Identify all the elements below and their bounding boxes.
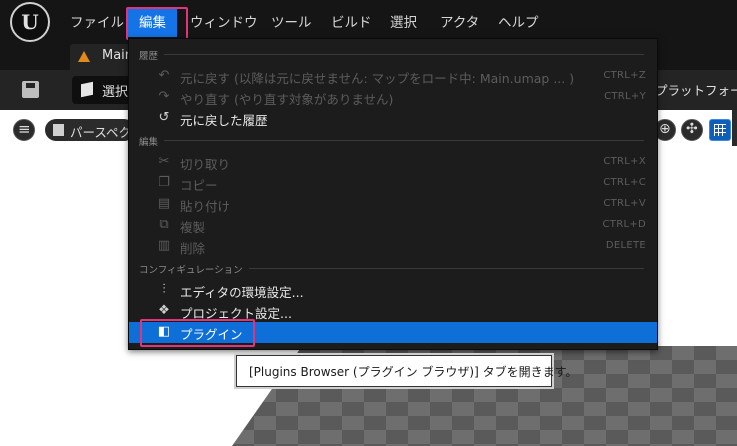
project-settings-icon: ❖ bbox=[158, 303, 170, 318]
menu-undo[interactable]: ↶ 元に戻す (以降は元に戻せません: マップをロード中: Main.umap … bbox=[129, 66, 657, 87]
level-icon bbox=[78, 51, 90, 62]
menu-paste-shortcut: CTRL+V bbox=[603, 198, 646, 209]
menu-editor-preferences[interactable]: ⫶ エディタの環境設定... bbox=[129, 280, 657, 301]
menu-undo-history-label: 元に戻した履歴 bbox=[180, 113, 268, 128]
undo-icon: ↶ bbox=[158, 68, 170, 83]
edit-menu-highlight bbox=[126, 7, 188, 40]
view-mode-button[interactable]: パースペク bbox=[45, 119, 135, 141]
select-mode-button[interactable]: 選択 bbox=[72, 76, 132, 104]
menu-cut-label: 切り取り bbox=[180, 157, 231, 172]
redo-icon: ↷ bbox=[158, 89, 170, 104]
menu-paste-label: 貼り付け bbox=[180, 199, 231, 214]
menu-delete-shortcut: DELETE bbox=[605, 240, 646, 251]
view-mode-label: パースペク bbox=[70, 125, 132, 140]
section-divider bbox=[164, 54, 644, 55]
section-divider bbox=[164, 140, 644, 141]
delete-icon: ▥ bbox=[157, 238, 171, 253]
paste-icon: ▤ bbox=[157, 196, 171, 211]
menu-delete-label: 削除 bbox=[180, 241, 206, 256]
menu-undo-shortcut: CTRL+Z bbox=[603, 70, 646, 81]
menu-cut[interactable]: ✂ 切り取り CTRL+X bbox=[129, 152, 657, 173]
viewport-options-icon[interactable] bbox=[13, 119, 35, 141]
logo-glyph: U bbox=[21, 10, 39, 34]
history-icon: ↺ bbox=[158, 110, 170, 125]
menu-build[interactable]: ビルド bbox=[331, 11, 372, 35]
tooltip-text: [Plugins Browser (プラグイン ブラウザ)] タブを開きます。 bbox=[249, 365, 578, 379]
menu-duplicate-shortcut: CTRL+D bbox=[602, 219, 646, 230]
menu-duplicate[interactable]: ⧉ 複製 CTRL+D bbox=[129, 215, 657, 236]
menu-redo-label: やり直す (やり直す対象がありません) bbox=[180, 92, 394, 107]
section-divider bbox=[249, 268, 644, 269]
platforms-button[interactable]: プラットフォーム bbox=[655, 80, 737, 99]
menu-file[interactable]: ファイル bbox=[70, 11, 124, 35]
plugins-tooltip: [Plugins Browser (プラグイン ブラウザ)] タブを開きます。 bbox=[236, 355, 577, 387]
surface-snap-icon[interactable]: ✣ bbox=[681, 119, 703, 141]
menu-redo[interactable]: ↷ やり直す (やり直す対象がありません) CTRL+Y bbox=[129, 87, 657, 108]
menu-duplicate-label: 複製 bbox=[180, 220, 206, 235]
select-mode-icon bbox=[81, 81, 93, 98]
grid-snap-icon[interactable] bbox=[709, 119, 731, 141]
copy-icon: ❐ bbox=[158, 175, 170, 190]
menu-tools[interactable]: ツール bbox=[271, 11, 312, 35]
cut-icon: ✂ bbox=[158, 154, 170, 169]
select-mode-label: 選択 bbox=[102, 85, 129, 100]
section-config: コンフィギュレーション bbox=[139, 265, 243, 276]
unreal-logo-icon[interactable]: U bbox=[10, 2, 50, 42]
save-icon[interactable] bbox=[22, 81, 39, 98]
menu-copy-label: コピー bbox=[180, 178, 218, 193]
section-edit: 編集 bbox=[139, 137, 159, 148]
menu-copy-shortcut: CTRL+C bbox=[603, 177, 646, 188]
menu-window[interactable]: ウィンドウ bbox=[190, 11, 258, 35]
duplicate-icon: ⧉ bbox=[159, 217, 169, 232]
viewport-toolbar-edge bbox=[732, 110, 737, 146]
menu-paste[interactable]: ▤ 貼り付け CTRL+V bbox=[129, 194, 657, 215]
menu-redo-shortcut: CTRL+Y bbox=[604, 91, 646, 102]
menu-cut-shortcut: CTRL+X bbox=[603, 156, 646, 167]
menu-select[interactable]: 選択 bbox=[390, 11, 417, 35]
menu-actor[interactable]: アクタ bbox=[440, 11, 479, 35]
sliders-icon: ⫶ bbox=[162, 282, 166, 297]
menu-copy[interactable]: ❐ コピー CTRL+C bbox=[129, 173, 657, 194]
perspective-icon bbox=[53, 124, 64, 136]
menu-delete[interactable]: ▥ 削除 DELETE bbox=[129, 236, 657, 257]
plugins-highlight bbox=[140, 319, 255, 347]
section-history: 履歴 bbox=[139, 51, 159, 62]
menu-editor-preferences-label: エディタの環境設定... bbox=[180, 285, 304, 300]
edit-menu-dropdown: 履歴 ↶ 元に戻す (以降は元に戻せません: マップをロード中: Main.um… bbox=[128, 38, 658, 350]
menu-undo-history[interactable]: ↺ 元に戻した履歴 bbox=[129, 108, 657, 129]
menu-undo-label: 元に戻す (以降は元に戻せません: マップをロード中: Main.umap ..… bbox=[180, 71, 575, 86]
menu-help[interactable]: ヘルプ bbox=[498, 11, 539, 35]
